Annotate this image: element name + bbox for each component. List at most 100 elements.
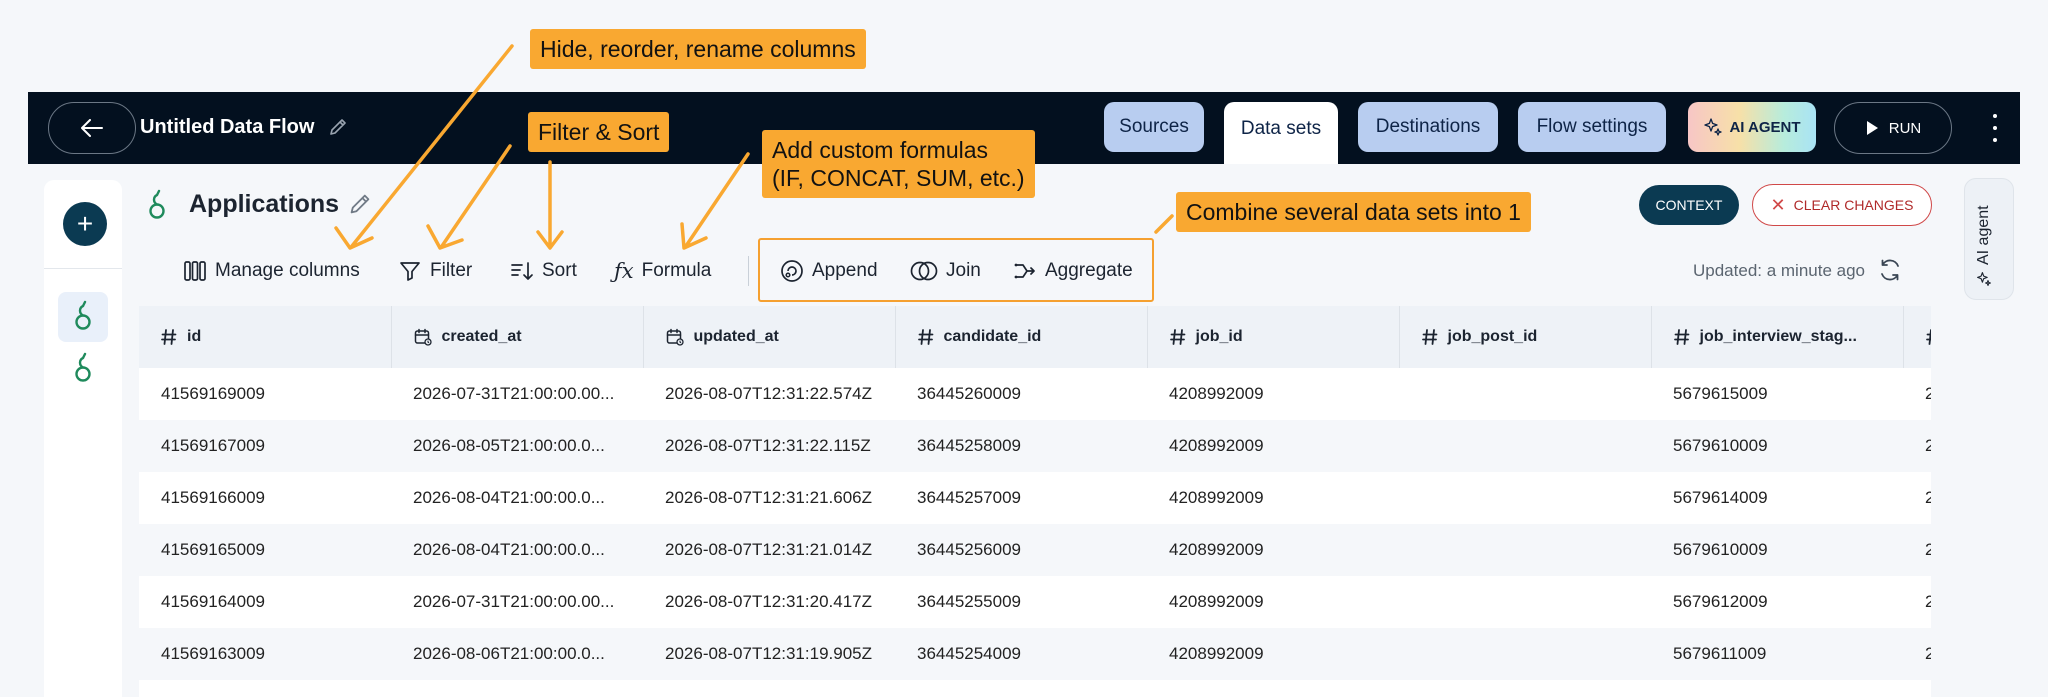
table-cell[interactable]: 5679610009 [1651, 524, 1903, 576]
table-cell[interactable]: 2026-08-07T12:31:19.905Z [643, 628, 895, 680]
table-body: 41569169009 2026-07-31T21:00:00.00... 2026… [139, 368, 1931, 680]
ai-agent-side-panel-toggle[interactable]: AI agent [1964, 178, 2014, 300]
table-cell[interactable]: 2026-08-07T12:31:22.115Z [643, 420, 895, 472]
table-cell[interactable]: 41569166009 [139, 472, 391, 524]
column-header[interactable]: id [139, 306, 392, 368]
aggregate-icon [1014, 263, 1035, 279]
context-button[interactable]: CONTEXT [1639, 185, 1739, 225]
table-cell[interactable]: 41569169009 [139, 368, 391, 420]
run-button[interactable]: RUN [1834, 102, 1952, 154]
column-header[interactable]: job_id [1147, 306, 1400, 368]
table-cell[interactable]: 2 [1903, 420, 1931, 472]
refresh-button[interactable] [1878, 258, 1902, 287]
table-cell[interactable] [1399, 576, 1651, 628]
table-row[interactable]: 41569167009 2026-08-05T21:00:00.0... 2026-… [139, 420, 1931, 472]
table-cell[interactable]: 4208992009 [1147, 576, 1399, 628]
table-cell[interactable]: 4208992009 [1147, 524, 1399, 576]
table-cell[interactable]: 41569163009 [139, 628, 391, 680]
column-header[interactable]: updated_at [643, 306, 896, 368]
table-cell[interactable] [1399, 628, 1651, 680]
table-cell[interactable]: 4208992009 [1147, 420, 1399, 472]
table-row[interactable]: 41569164009 2026-07-31T21:00:00.00... 2026… [139, 576, 1931, 628]
table-cell[interactable]: 2 [1903, 472, 1931, 524]
tab-flow-settings[interactable]: Flow settings [1518, 102, 1666, 152]
table-cell[interactable]: 2 [1903, 368, 1931, 420]
column-header[interactable]: job_interview_stag... [1651, 306, 1904, 368]
rail-dataset-item[interactable] [58, 292, 108, 342]
data-table: id created_at updated_at candidate_id job_id… [139, 306, 1931, 680]
table-cell[interactable]: 41569167009 [139, 420, 391, 472]
append-button[interactable]: Append [780, 258, 878, 284]
table-cell[interactable]: 5679615009 [1651, 368, 1903, 420]
sort-button[interactable]: Sort [510, 258, 577, 284]
column-header-label: job_post_id [1447, 328, 1538, 345]
table-cell[interactable]: 41569164009 [139, 576, 391, 628]
table-cell[interactable]: 36445257009 [895, 472, 1147, 524]
table-cell[interactable]: 41569165009 [139, 524, 391, 576]
table-cell[interactable]: 36445258009 [895, 420, 1147, 472]
table-cell[interactable] [1399, 420, 1651, 472]
table-row[interactable]: 41569163009 2026-08-06T21:00:00.0... 2026-… [139, 628, 1931, 680]
table-cell[interactable]: 2026-08-07T12:31:21.014Z [643, 524, 895, 576]
formula-button[interactable]: ƒx Formula [614, 258, 711, 284]
table-cell[interactable]: 4208992009 [1147, 472, 1399, 524]
columns-icon [184, 261, 206, 281]
tab-destinations[interactable]: Destinations [1358, 102, 1498, 152]
table-cell[interactable]: 5679614009 [1651, 472, 1903, 524]
table-cell[interactable]: 2026-08-05T21:00:00.0... [391, 420, 643, 472]
table-cell[interactable]: 36445254009 [895, 628, 1147, 680]
table-row[interactable]: 41569165009 2026-08-04T21:00:00.0... 2026-… [139, 524, 1931, 576]
table-cell[interactable]: 36445260009 [895, 368, 1147, 420]
filter-button[interactable]: Filter [398, 258, 472, 284]
annotation-formula-line1: Add custom formulas [772, 137, 989, 163]
table-cell[interactable]: 2026-08-06T21:00:00.0... [391, 628, 643, 680]
table-cell[interactable]: 2 [1903, 524, 1931, 576]
table-cell[interactable]: 4208992009 [1147, 368, 1399, 420]
annotation-formula-line2: (IF, CONCAT, SUM, etc.) [772, 165, 1025, 192]
table-cell[interactable]: 2026-08-04T21:00:00.0... [391, 472, 643, 524]
table-cell[interactable] [1399, 472, 1651, 524]
join-button[interactable]: Join [910, 258, 981, 284]
table-cell[interactable]: 2026-08-07T12:31:21.606Z [643, 472, 895, 524]
table-cell[interactable]: 36445256009 [895, 524, 1147, 576]
ai-agent-button[interactable]: AI AGENT [1688, 102, 1816, 152]
column-header[interactable]: created_at [391, 306, 644, 368]
table-cell[interactable] [1399, 524, 1651, 576]
column-header-content: job_id [1169, 328, 1399, 346]
more-menu-button[interactable] [1990, 114, 2000, 142]
table-cell[interactable]: 5679612009 [1651, 576, 1903, 628]
close-icon: ✕ [1770, 194, 1786, 215]
data-table-container[interactable]: id created_at updated_at candidate_id job_id… [139, 306, 1931, 697]
column-header[interactable]: candidate_id [895, 306, 1148, 368]
aggregate-button[interactable]: Aggregate [1013, 258, 1133, 284]
table-cell[interactable]: 2026-08-07T12:31:22.574Z [643, 368, 895, 420]
manage-columns-button[interactable]: Manage columns [183, 258, 360, 284]
tab-data-sets[interactable]: Data sets [1224, 102, 1338, 164]
table-cell[interactable]: 2026-07-31T21:00:00.00... [391, 576, 643, 628]
column-header[interactable]: job_post_id [1399, 306, 1652, 368]
edit-title-button[interactable] [328, 117, 348, 142]
table-cell[interactable]: 2026-08-07T12:31:20.417Z [643, 576, 895, 628]
column-header-label: candidate_id [943, 328, 1042, 345]
table-cell[interactable]: 2 [1903, 576, 1931, 628]
add-dataset-button[interactable]: + [63, 202, 107, 246]
table-row[interactable]: 41569169009 2026-07-31T21:00:00.00... 2026… [139, 368, 1931, 420]
table-cell[interactable]: 2 [1903, 628, 1931, 680]
tab-label: Sources [1119, 116, 1189, 137]
table-cell[interactable]: 2026-08-04T21:00:00.0... [391, 524, 643, 576]
table-cell[interactable]: 4208992009 [1147, 628, 1399, 680]
tab-sources[interactable]: Sources [1104, 102, 1204, 152]
table-cell[interactable] [1399, 368, 1651, 420]
rail-dataset-item[interactable] [58, 344, 108, 394]
table-cell[interactable]: 2026-07-31T21:00:00.00... [391, 368, 643, 420]
clear-changes-button[interactable]: ✕ CLEAR CHANGES [1752, 184, 1932, 226]
column-header-partial[interactable] [1903, 306, 1931, 368]
column-header-label: job_interview_stag... [1699, 328, 1857, 345]
table-cell[interactable]: 5679610009 [1651, 420, 1903, 472]
table-row[interactable]: 41569166009 2026-08-04T21:00:00.0... 2026-… [139, 472, 1931, 524]
table-cell[interactable]: 5679611009 [1651, 628, 1903, 680]
table-cell[interactable]: 36445255009 [895, 576, 1147, 628]
back-button[interactable] [48, 102, 136, 154]
dot [1993, 138, 1997, 142]
rename-dataset-button[interactable] [348, 192, 372, 221]
